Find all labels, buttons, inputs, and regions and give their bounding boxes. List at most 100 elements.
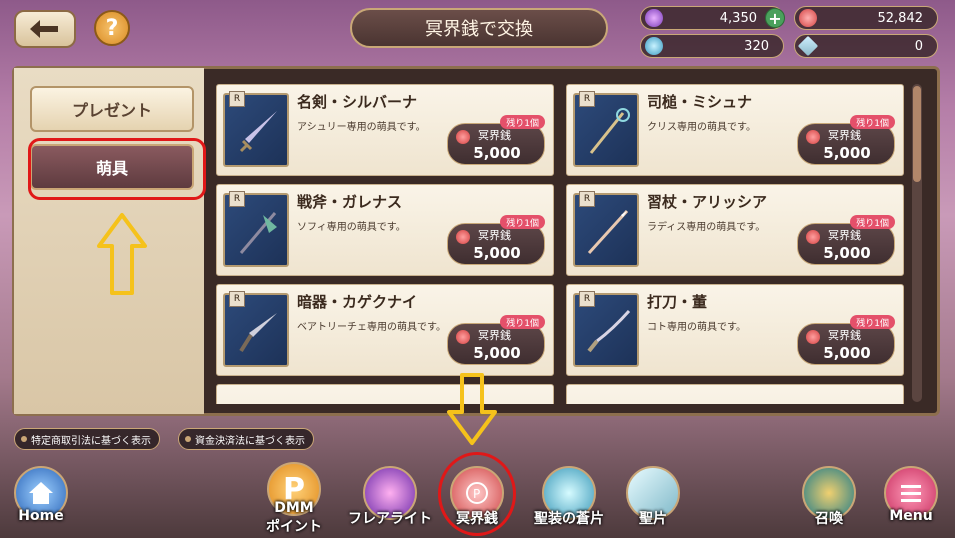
up-arrow-annotation: [97, 213, 147, 295]
highlight-box: [28, 138, 206, 200]
meikaisen-icon: [806, 130, 820, 144]
item-thumbnail: R: [223, 191, 289, 267]
scrollbar-thumb[interactable]: [913, 86, 921, 182]
item-description: ラディス専用の萌具です。: [647, 222, 766, 233]
bullet-icon: [21, 436, 27, 442]
remaining-badge: 残り1個: [500, 215, 545, 229]
rarity-badge: R: [579, 291, 595, 307]
item-name: 暗器・カゲクナイ: [297, 293, 418, 311]
item-description: アシュリー専用の萌具です。: [297, 122, 426, 133]
axe-icon: [239, 212, 277, 254]
meikaisen-icon: [806, 230, 820, 244]
nav-label: DMM: [274, 500, 314, 516]
rarity-badge: R: [579, 191, 595, 207]
item-card[interactable]: R 名剣・シルバーナ アシュリー専用の萌具です。 冥界銭 5,000 残り1個: [216, 84, 554, 176]
nav-dmm-points[interactable]: P DMM ポイント: [266, 462, 322, 536]
item-card[interactable]: R 習杖・アリッシア ラディス専用の萌具です。 冥界銭 5,000 残り1個: [566, 184, 904, 276]
rarity-badge: R: [229, 91, 245, 107]
exchange-button[interactable]: 冥界銭 5,000: [447, 223, 545, 265]
meikaisen-icon: [456, 130, 470, 144]
nav-summon[interactable]: 召喚: [802, 466, 856, 528]
page-title: 冥界銭で交換: [350, 8, 608, 48]
currency-meikaisen: 52,842: [794, 6, 938, 30]
nav-label: 聖片: [639, 511, 667, 527]
item-card[interactable]: R 暗器・カゲクナイ ベアトリーチェ専用の萌具です。 冥界銭 5,000 残り1…: [216, 284, 554, 376]
item-card[interactable]: [566, 384, 904, 404]
nav-flarelite[interactable]: フレアライト: [348, 466, 432, 528]
item-description: コト専用の萌具です。: [647, 322, 746, 333]
currency-label: 冥界銭: [828, 129, 861, 142]
rarity-badge: R: [229, 191, 245, 207]
item-name: 名剣・シルバーナ: [297, 93, 418, 111]
item-price: 5,000: [473, 144, 521, 162]
shikin-notice-button[interactable]: 資金決済法に基づく表示: [178, 428, 314, 450]
seiso-icon: [645, 37, 663, 55]
meikaisen-icon: [806, 330, 820, 344]
nav-menu[interactable]: Menu: [884, 466, 938, 524]
remaining-badge: 残り1個: [850, 115, 895, 129]
top-bar: ? 冥界銭で交換 4,350 + 52,842 320 0: [0, 0, 955, 60]
item-card[interactable]: R 戦斧・ガレナス ソフィ専用の萌具です。 冥界銭 5,000 残り1個: [216, 184, 554, 276]
remaining-badge: 残り1個: [850, 215, 895, 229]
item-thumbnail: R: [573, 91, 639, 167]
item-card[interactable]: R 司槌・ミシュナ クリス専用の萌具です。 冥界銭 5,000 残り1個: [566, 84, 904, 176]
sword-icon: [239, 111, 277, 153]
exchange-button[interactable]: 冥界銭 5,000: [797, 123, 895, 165]
exchange-button[interactable]: 冥界銭 5,000: [797, 323, 895, 365]
kunai-icon: [239, 313, 277, 353]
currency-label: 冥界銭: [478, 329, 511, 342]
add-currency-button[interactable]: +: [765, 8, 785, 28]
exchange-button[interactable]: 冥界銭 5,000: [797, 223, 895, 265]
item-card[interactable]: R 打刀・董 コト専用の萌具です。 冥界銭 5,000 残り1個: [566, 284, 904, 376]
nav-label: 召喚: [815, 511, 843, 527]
nav-home[interactable]: Home: [14, 466, 68, 524]
item-description: クリス専用の萌具です。: [647, 122, 756, 133]
currency-value: 52,842: [877, 10, 924, 26]
currency-flarelite: 4,350 +: [640, 6, 785, 30]
item-name: 打刀・董: [647, 293, 708, 311]
item-card[interactable]: [216, 384, 554, 404]
item-name: 司槌・ミシュナ: [647, 93, 753, 111]
tab-present[interactable]: プレゼント: [30, 86, 194, 132]
rarity-badge: R: [579, 91, 595, 107]
item-description: ソフィ専用の萌具です。: [297, 222, 406, 233]
nav-label: 聖装の蒼片: [534, 511, 604, 527]
nav-label: フレアライト: [348, 511, 432, 527]
currency-label: 冥界銭: [478, 129, 511, 142]
meikaisen-icon: [799, 9, 817, 27]
legal-label: 特定商取引法に基づく表示: [31, 435, 151, 447]
item-price: 5,000: [823, 144, 871, 162]
item-thumbnail: R: [223, 291, 289, 367]
nav-label: Home: [18, 508, 64, 524]
currency-label: 冥界銭: [478, 229, 511, 242]
legal-label: 資金決済法に基づく表示: [195, 435, 305, 447]
currency-label: 冥界銭: [828, 229, 861, 242]
item-list[interactable]: R 名剣・シルバーナ アシュリー専用の萌具です。 冥界銭 5,000 残り1個 …: [210, 80, 910, 404]
help-button[interactable]: ?: [94, 10, 130, 46]
nav-seiso[interactable]: 聖装の蒼片: [534, 466, 604, 528]
item-thumbnail: R: [573, 291, 639, 367]
rarity-badge: R: [229, 291, 245, 307]
nav-seihen[interactable]: 聖片: [626, 466, 680, 528]
remaining-badge: 残り1個: [850, 315, 895, 329]
exchange-button[interactable]: 冥界銭 5,000: [447, 323, 545, 365]
bullet-icon: [185, 436, 191, 442]
back-arrow-icon: [30, 20, 58, 38]
currency-value: 4,350: [719, 10, 757, 26]
meikaisen-icon: [456, 330, 470, 344]
currency-value: 320: [744, 38, 769, 54]
remaining-badge: 残り1個: [500, 315, 545, 329]
highlight-circle: [438, 452, 516, 536]
item-price: 5,000: [473, 344, 521, 362]
exchange-button[interactable]: 冥界銭 5,000: [447, 123, 545, 165]
tokusho-notice-button[interactable]: 特定商取引法に基づく表示: [14, 428, 160, 450]
back-button[interactable]: [14, 10, 76, 48]
down-arrow-annotation: [447, 373, 497, 445]
nav-label: ポイント: [266, 519, 322, 535]
flarelite-icon: [645, 9, 663, 27]
item-thumbnail: R: [573, 191, 639, 267]
remaining-badge: 残り1個: [500, 115, 545, 129]
item-thumbnail: R: [223, 91, 289, 167]
currency-value: 0: [914, 38, 923, 54]
item-price: 5,000: [473, 244, 521, 262]
